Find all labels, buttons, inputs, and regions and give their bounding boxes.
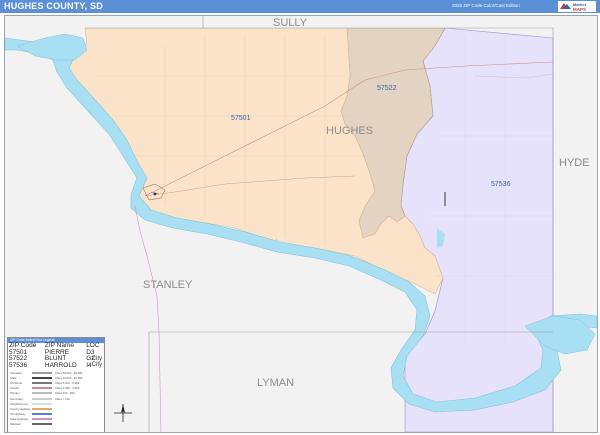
city-legend: City City	[92, 356, 102, 368]
key-name: State Highway	[10, 417, 29, 422]
zip-label-57522: 57522	[377, 85, 397, 92]
key-swatch	[32, 397, 52, 400]
svg-text:MAPS: MAPS	[573, 7, 586, 12]
key-swatch	[32, 418, 52, 421]
key-swatch	[32, 407, 52, 410]
map-frame[interactable]: SULLY HUGHES HYDE STANLEY LYMAN 57501 57…	[4, 15, 598, 433]
key-desc: Cities 5,000 - 9,999	[55, 380, 80, 385]
key-swatch	[32, 387, 52, 390]
key-swatch	[32, 392, 52, 395]
county-label-hughes: HUGHES	[326, 125, 373, 137]
title-bar: HUGHES COUNTY, SD 2025 ZIP Code Color/Ca…	[0, 0, 600, 13]
key-desc: Cities 100 - 999	[55, 391, 75, 396]
key-desc: Cities 10,000 - 49,999	[55, 375, 83, 380]
county-label-stanley: STANLEY	[143, 279, 193, 291]
key-desc: Cities 1,000 - 4,999	[55, 386, 80, 391]
zip-index-table: ZIP Code ZIP Name LOC 57501 PIERRE D3 57…	[8, 342, 104, 369]
key-name: Railroad	[10, 422, 21, 427]
key-swatch	[32, 381, 52, 384]
key-name: Neighborhood	[10, 401, 28, 406]
legend-key-row: Railroad	[10, 422, 102, 427]
key-name: Interstate	[10, 370, 22, 375]
county-label-hyde: HYDE	[559, 157, 590, 169]
key-name: State	[10, 375, 17, 380]
key-name: US Route	[10, 380, 23, 385]
north-arrow-icon	[114, 404, 132, 422]
key-desc: Cities < 100	[55, 396, 70, 401]
key-name: US Highway	[10, 412, 26, 417]
county-label-lyman: LYMAN	[257, 377, 294, 389]
market-maps-logo: Market MAPS	[558, 1, 596, 12]
zip-label-57536: 57536	[491, 181, 511, 188]
map-legend: ZIP Code Index/Grid Legend ZIP Code ZIP …	[7, 337, 105, 432]
map-title: HUGHES COUNTY, SD	[4, 1, 103, 11]
zip-label-57501: 57501	[231, 115, 251, 122]
key-swatch	[32, 413, 52, 416]
key-name: Secondary	[10, 396, 24, 401]
legend-keys: Interstate Cities 50,000 - 99,999 State Ci…	[8, 369, 104, 428]
key-name: County Highway	[10, 406, 31, 411]
key-name: Arterial	[10, 386, 19, 391]
key-swatch	[32, 402, 52, 405]
key-name: Primary	[10, 391, 20, 396]
edition-label: 2025 ZIP Code Color/Cast Edition	[452, 3, 520, 8]
key-swatch	[32, 376, 52, 379]
county-label-sully: SULLY	[273, 17, 308, 29]
key-swatch	[32, 423, 52, 426]
city-legend-sub: City	[91, 362, 102, 368]
key-swatch	[32, 371, 52, 374]
key-desc: Cities 50,000 - 99,999	[55, 370, 83, 375]
